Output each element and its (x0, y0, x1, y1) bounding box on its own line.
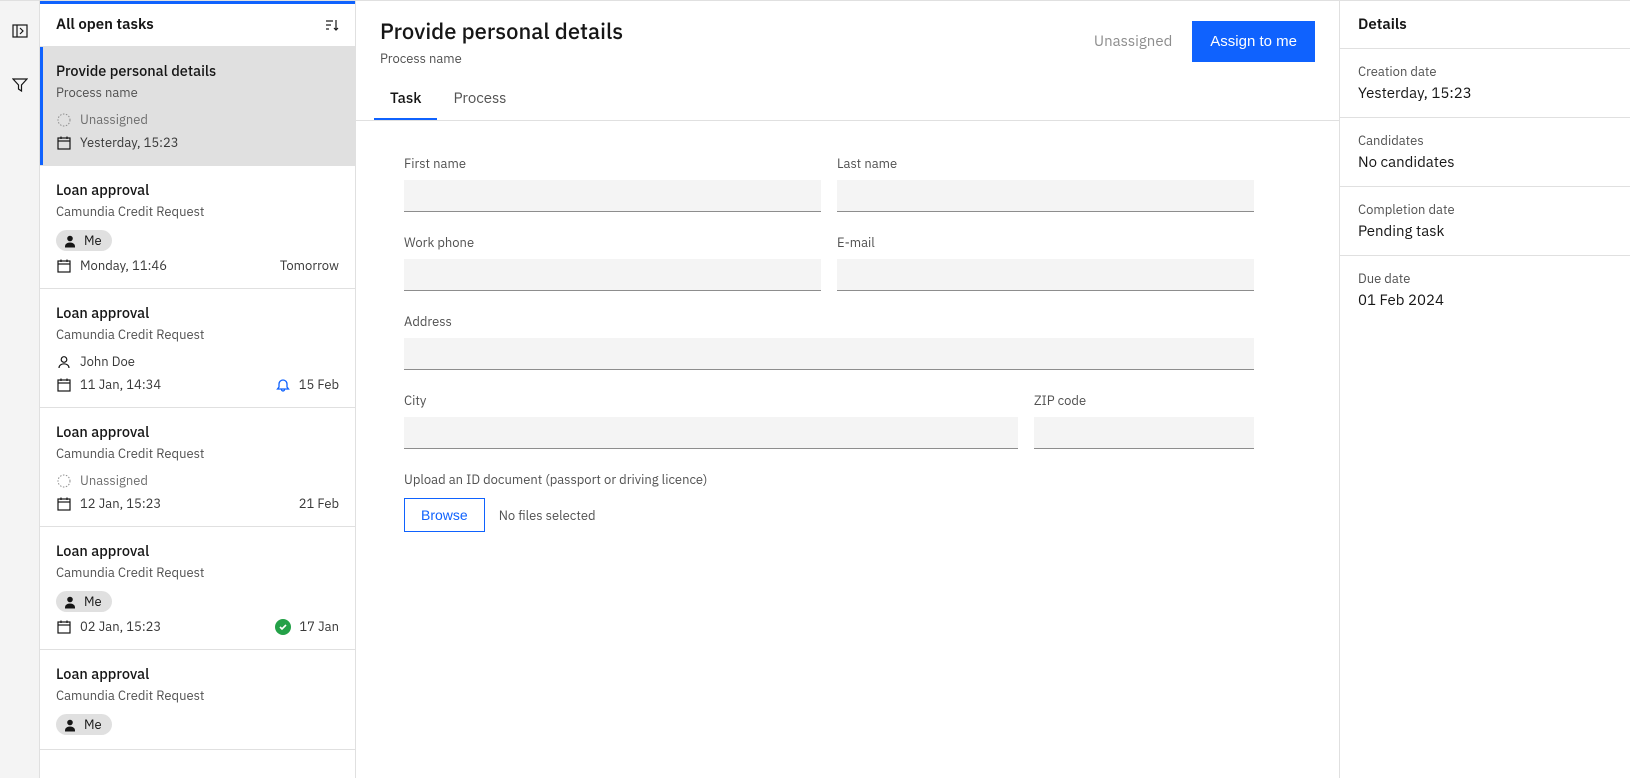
candidates-label: Candidates (1358, 132, 1612, 149)
task-item[interactable]: Provide personal details Process name Unas… (40, 47, 355, 166)
calendar-icon (56, 619, 72, 635)
browse-button[interactable]: Browse (404, 498, 485, 532)
task-date: Monday, 11:46 (80, 257, 167, 274)
task-process: Camundia Credit Request (56, 564, 339, 581)
task-date: 12 Jan, 15:23 (80, 495, 161, 512)
zip-label: ZIP code (1034, 392, 1254, 409)
person-icon (62, 233, 78, 249)
bell-icon (275, 377, 291, 393)
task-item[interactable]: Loan approval Camundia Credit Request Me (40, 650, 355, 750)
task-title: Loan approval (56, 303, 339, 322)
sort-icon[interactable] (323, 17, 339, 33)
task-process: Camundia Credit Request (56, 203, 339, 220)
task-title: Loan approval (56, 664, 339, 683)
completion-date-value: Pending task (1358, 222, 1612, 241)
city-label: City (404, 392, 1018, 409)
address-label: Address (404, 313, 1254, 330)
task-due: 21 Feb (299, 495, 339, 512)
task-date: 11 Jan, 14:34 (80, 376, 161, 393)
task-list-header: All open tasks (40, 1, 355, 47)
task-process: Camundia Credit Request (56, 326, 339, 343)
email-label: E-mail (837, 234, 1254, 251)
candidates-value: No candidates (1358, 153, 1612, 172)
first-name-field[interactable] (404, 180, 821, 212)
assign-to-me-button[interactable]: Assign to me (1192, 21, 1315, 62)
due-date-value: 01 Feb 2024 (1358, 291, 1612, 310)
task-title: Loan approval (56, 541, 339, 560)
expand-panel-icon[interactable] (4, 15, 36, 47)
assignee-label: Me (84, 716, 102, 733)
icon-rail (0, 1, 40, 778)
last-name-field[interactable] (837, 180, 1254, 212)
details-title: Details (1340, 1, 1630, 49)
zip-field[interactable] (1034, 417, 1254, 449)
task-process: Process name (56, 84, 339, 101)
assignee-label: John Doe (80, 353, 135, 370)
work-phone-field[interactable] (404, 259, 821, 291)
check-icon (275, 619, 291, 635)
tab-task[interactable]: Task (374, 77, 437, 120)
task-process: Camundia Credit Request (56, 687, 339, 704)
page-title: Provide personal details (380, 17, 623, 46)
task-item[interactable]: Loan approval Camundia Credit Request Me Mo… (40, 166, 355, 289)
city-field[interactable] (404, 417, 1018, 449)
task-title: Loan approval (56, 422, 339, 441)
last-name-label: Last name (837, 155, 1254, 172)
task-title: Provide personal details (56, 61, 339, 80)
assignee-pill: Me (56, 591, 112, 612)
task-item[interactable]: Loan approval Camundia Credit Request Unas… (40, 408, 355, 527)
unassigned-icon (56, 112, 72, 128)
assignee-pill: Me (56, 714, 112, 735)
work-phone-label: Work phone (404, 234, 821, 251)
calendar-icon (56, 377, 72, 393)
calendar-icon (56, 135, 72, 151)
person-icon (62, 717, 78, 733)
assignee-label: Unassigned (80, 472, 148, 489)
task-item[interactable]: Loan approval Camundia Credit Request John… (40, 289, 355, 408)
email-field[interactable] (837, 259, 1254, 291)
task-due: 17 Jan (299, 618, 339, 635)
completion-date-label: Completion date (1358, 201, 1612, 218)
upload-label: Upload an ID document (passport or drivi… (404, 471, 1254, 488)
task-due: 15 Feb (299, 376, 339, 393)
assignee-label: Me (84, 232, 102, 249)
first-name-label: First name (404, 155, 821, 172)
calendar-icon (56, 258, 72, 274)
filter-icon[interactable] (4, 69, 36, 101)
creation-date-value: Yesterday, 15:23 (1358, 84, 1612, 103)
tab-process[interactable]: Process (437, 77, 522, 120)
task-date: Yesterday, 15:23 (80, 134, 179, 151)
address-field[interactable] (404, 338, 1254, 370)
task-process: Camundia Credit Request (56, 445, 339, 462)
unassigned-icon (56, 473, 72, 489)
person-icon (62, 594, 78, 610)
task-list: Provide personal details Process name Unas… (40, 47, 355, 778)
due-date-label: Due date (1358, 270, 1612, 287)
calendar-icon (56, 496, 72, 512)
tabs: TaskProcess (356, 77, 1339, 121)
assignee-label: Me (84, 593, 102, 610)
upload-status: No files selected (499, 507, 596, 524)
task-title: Loan approval (56, 180, 339, 199)
task-due: Tomorrow (280, 257, 339, 274)
assignee-label: Unassigned (80, 111, 148, 128)
assignment-status: Unassigned (1094, 32, 1172, 51)
task-date: 02 Jan, 15:23 (80, 618, 161, 635)
task-item[interactable]: Loan approval Camundia Credit Request Me 02… (40, 527, 355, 650)
creation-date-label: Creation date (1358, 63, 1612, 80)
task-list-title: All open tasks (56, 15, 154, 34)
assignee-pill: Me (56, 230, 112, 251)
page-subtitle: Process name (380, 50, 623, 67)
person-outline-icon (56, 354, 72, 370)
